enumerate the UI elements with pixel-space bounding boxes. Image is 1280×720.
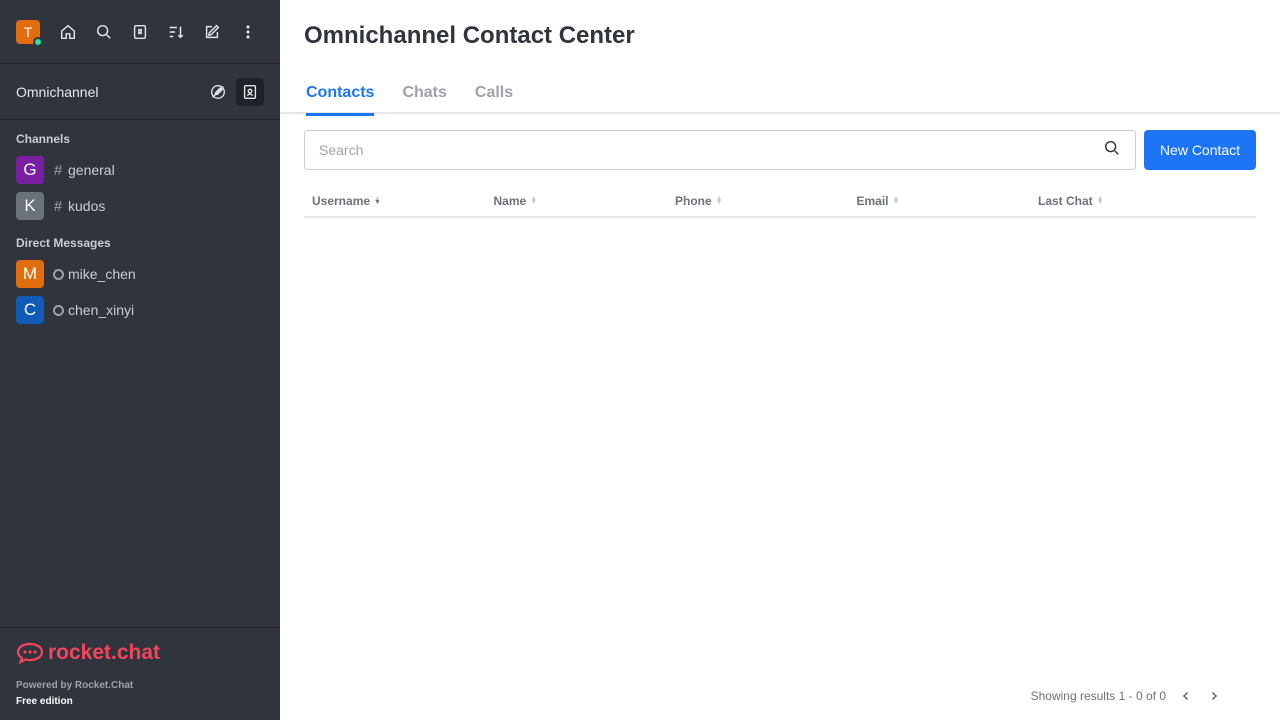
next-page-icon[interactable] — [1206, 688, 1222, 704]
user-avatar[interactable]: T — [16, 19, 43, 47]
sort-icon[interactable] — [166, 22, 186, 42]
column-header-phone[interactable]: Phone ▲ ▼ — [667, 186, 849, 216]
sidebar: T Omnichannel Channels G # general K # k… — [0, 0, 280, 720]
sidebar-topbar: T — [0, 0, 280, 64]
sidebar-item-kudos[interactable]: K # kudos — [0, 188, 280, 224]
direct-messages-section-label: Direct Messages — [16, 236, 111, 250]
offline-status-icon — [50, 302, 66, 318]
dm-name: mike_chen — [68, 266, 136, 282]
contact-center-icon[interactable] — [236, 77, 264, 106]
new-contact-button[interactable]: New Contact — [1144, 130, 1256, 170]
pagination: Showing results 1 - 0 of 0 — [1031, 688, 1222, 704]
column-header-last-chat[interactable]: Last Chat ▲ ▼ — [1030, 186, 1212, 216]
hashtag-icon: # — [53, 197, 63, 215]
sidebar-item-mike-chen[interactable]: M mike_chen — [0, 256, 280, 292]
main-content: Omnichannel Contact Center Contacts Chat… — [280, 0, 1280, 720]
sort-icon: ▲ ▼ — [892, 195, 900, 206]
omnichannel-section-header: Omnichannel — [0, 64, 280, 120]
room-avatar: K — [16, 192, 44, 220]
contacts-table-header: Username ▲ ▼ Name ▲ ▼ Phone ▲ ▼ Email ▲ ▼ La… — [304, 186, 1256, 218]
offline-status-icon — [50, 266, 66, 282]
pagination-summary: Showing results 1 - 0 of 0 — [1030, 689, 1166, 703]
dm-name: chen_xinyi — [68, 302, 135, 318]
search-box — [304, 130, 1136, 170]
sort-icon: ▲ ▼ — [530, 195, 538, 206]
search-icon — [1103, 139, 1121, 162]
online-status-dot — [33, 36, 43, 47]
user-avatar-initial: T — [23, 23, 33, 40]
column-label: Username — [312, 194, 371, 208]
agent-status-toggle-icon[interactable] — [204, 78, 232, 106]
edition-text: Free edition — [16, 696, 73, 707]
tab-contacts[interactable]: Contacts — [306, 72, 375, 116]
search-input[interactable] — [319, 142, 1103, 158]
column-label: Phone — [675, 194, 712, 208]
room-name: general — [68, 162, 115, 178]
column-header-name[interactable]: Name ▲ ▼ — [486, 186, 668, 216]
tab-chats[interactable]: Chats — [402, 72, 446, 114]
tab-bar: Contacts Chats Calls — [280, 72, 1280, 116]
powered-by-text: Powered by Rocket.Chat — [16, 680, 134, 691]
directory-icon[interactable] — [130, 22, 150, 42]
sort-icon: ▲ ▼ — [715, 195, 723, 206]
column-header-email[interactable]: Email ▲ ▼ — [849, 186, 1031, 216]
kebab-menu-icon[interactable] — [238, 22, 258, 42]
search-icon[interactable] — [94, 22, 114, 42]
previous-page-icon[interactable] — [1178, 688, 1194, 704]
sidebar-item-general[interactable]: G # general — [0, 152, 280, 188]
user-avatar: C — [16, 296, 44, 324]
rocket-chat-logo: rocket.chat — [16, 640, 264, 666]
rocket-chat-logo-icon — [16, 642, 44, 665]
column-label: Name — [493, 194, 527, 208]
brand-name: rocket.chat — [48, 641, 161, 664]
sidebar-item-chen-xinyi[interactable]: C chen_xinyi — [0, 292, 280, 328]
omnichannel-title: Omnichannel — [16, 83, 99, 100]
hashtag-icon: # — [53, 161, 63, 179]
tab-calls[interactable]: Calls — [475, 72, 513, 114]
page-title: Omnichannel Contact Center — [304, 22, 635, 49]
sidebar-footer: rocket.chat Powered by Rocket.Chat Free … — [0, 627, 280, 720]
room-name: kudos — [68, 198, 106, 214]
column-label: Email — [856, 194, 889, 208]
sort-icon: ▲ ▼ — [374, 195, 381, 206]
create-new-icon[interactable] — [202, 22, 222, 42]
column-header-username[interactable]: Username ▲ ▼ — [304, 186, 486, 216]
user-avatar: M — [16, 260, 44, 288]
channels-section-label: Channels — [16, 132, 71, 146]
room-avatar: G — [16, 156, 44, 184]
sort-icon: ▲ ▼ — [1096, 195, 1104, 206]
home-icon[interactable] — [58, 22, 78, 42]
column-label: Last Chat — [1038, 194, 1093, 208]
